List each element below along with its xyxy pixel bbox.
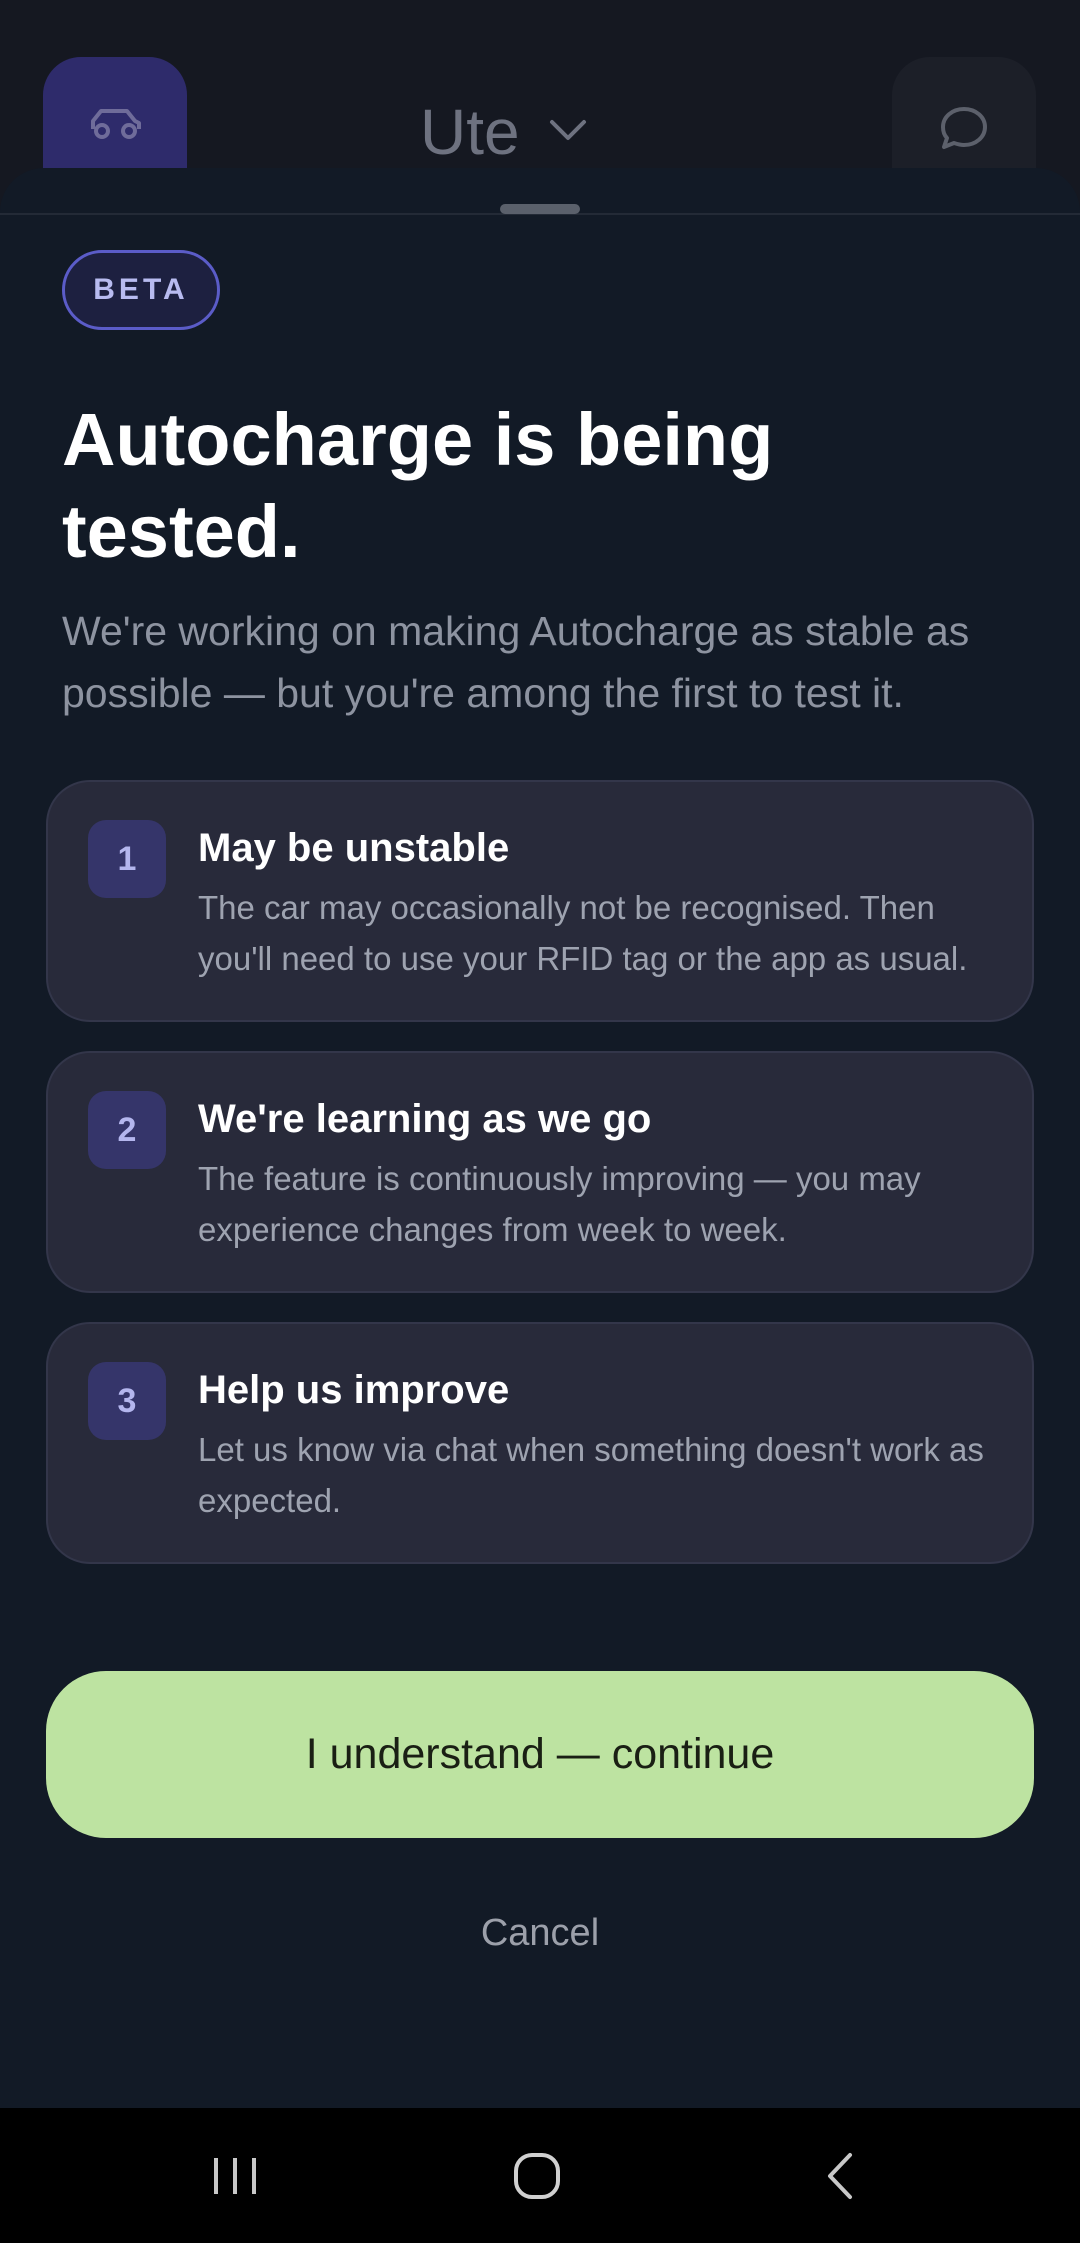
bottom-sheet: BETA Autocharge is being tested. We're w…: [0, 168, 1080, 2108]
home-icon: [512, 2151, 562, 2206]
step-number: 3: [88, 1362, 166, 1440]
info-card-unstable: 1 May be unstable The car may occasional…: [46, 780, 1034, 1022]
back-icon: [822, 2151, 858, 2206]
card-body: Let us know via chat when something does…: [198, 1431, 984, 1519]
system-nav-bar: [0, 2108, 1080, 2243]
step-number: 1: [88, 820, 166, 898]
chat-bubble-icon: [939, 105, 989, 156]
card-title: Help us improve: [198, 1368, 510, 1412]
sheet-title: Autocharge is being tested.: [62, 398, 774, 573]
recents-icon: [210, 2154, 260, 2203]
home-button[interactable]: [487, 2148, 587, 2208]
sheet-subtitle: We're working on making Autocharge as st…: [62, 608, 970, 716]
drag-handle[interactable]: [500, 204, 580, 214]
recents-button[interactable]: [185, 2148, 285, 2208]
card-body: The car may occasionally not be recognis…: [198, 889, 968, 977]
step-number: 2: [88, 1091, 166, 1169]
continue-button[interactable]: I understand — continue: [46, 1671, 1034, 1838]
cancel-button[interactable]: Cancel: [390, 1893, 690, 1973]
card-title: May be unstable: [198, 826, 510, 870]
beta-badge: BETA: [62, 250, 220, 330]
info-card-learning: 2 We're learning as we go The feature is…: [46, 1051, 1034, 1293]
vehicle-selector[interactable]: Ute: [420, 92, 588, 172]
info-card-help: 3 Help us improve Let us know via chat w…: [46, 1322, 1034, 1564]
chevron-down-icon: [548, 118, 588, 147]
car-icon: [87, 105, 143, 146]
card-body: The feature is continuously improving — …: [198, 1160, 921, 1248]
card-title: We're learning as we go: [198, 1097, 652, 1141]
back-button[interactable]: [790, 2148, 890, 2208]
vehicle-name: Ute: [420, 96, 520, 168]
